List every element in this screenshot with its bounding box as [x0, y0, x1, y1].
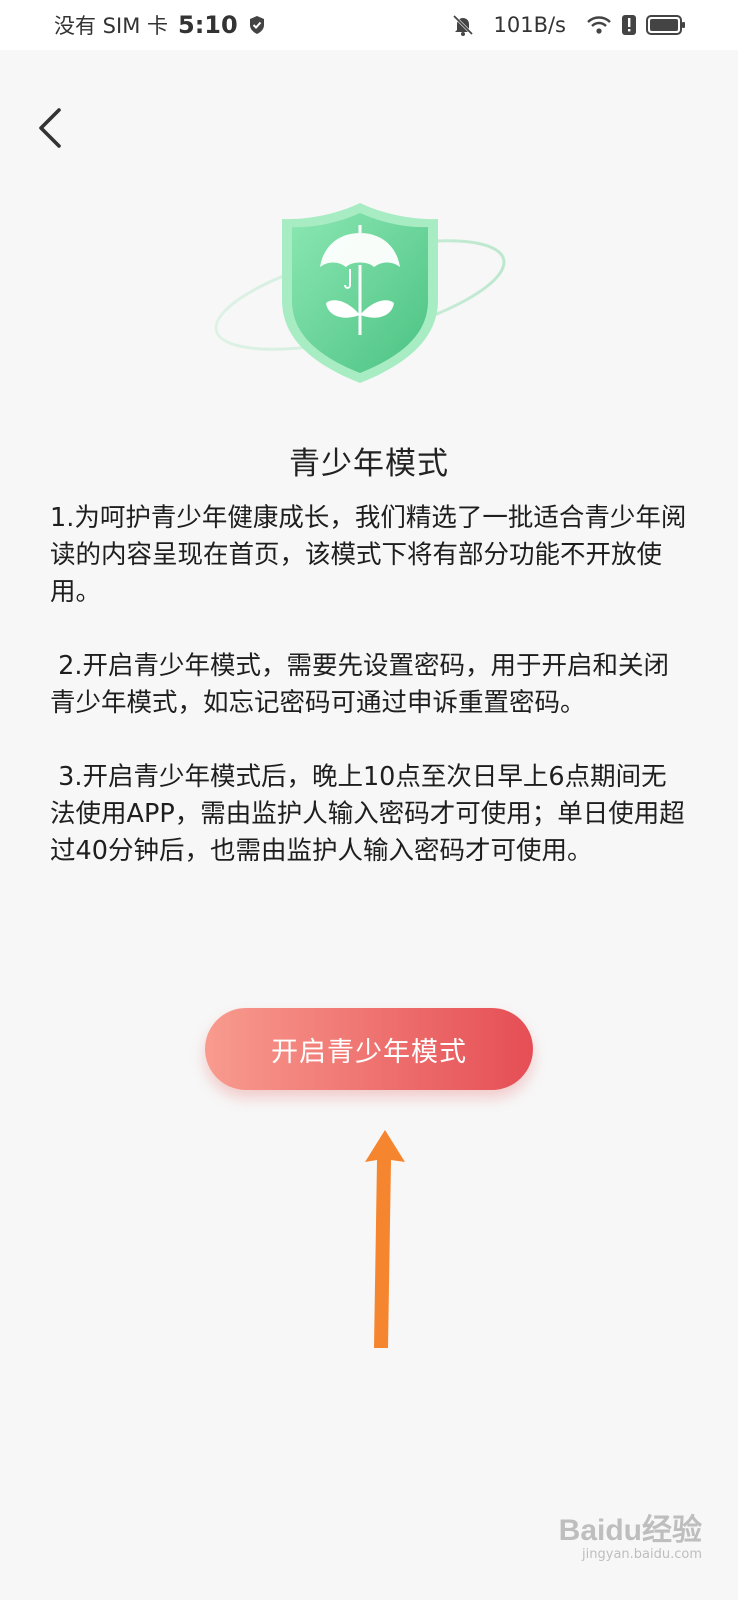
back-chevron-icon — [35, 106, 65, 154]
description-paragraph-3: 3.开启青少年模式后，晚上10点至次日早上6点期间无法使用APP，需由监护人输入… — [50, 762, 685, 866]
teen-mode-emblem — [210, 195, 520, 395]
baidu-watermark: Baidu经验 jingyan.baidu.com — [552, 1505, 702, 1580]
net-speed: 101B/s — [493, 13, 566, 37]
description: 1.为呵护青少年健康成长，我们精选了一批适合青少年阅读的内容呈现在首页，该模式下… — [50, 500, 690, 907]
watermark-url: jingyan.baidu.com — [582, 1547, 702, 1562]
status-right: 101B/s — [451, 13, 686, 37]
page-title: 青少年模式 — [289, 446, 449, 482]
status-bar: 没有 SIM 卡 5:10 101B/s — [0, 0, 738, 50]
shield-check-icon — [248, 15, 266, 35]
status-left: 没有 SIM 卡 5:10 — [54, 10, 266, 40]
up-arrow-icon — [360, 1130, 410, 1350]
battery-icon — [646, 14, 686, 36]
mute-bell-icon — [451, 13, 475, 37]
back-button[interactable] — [28, 100, 72, 160]
watermark-logo: Baidu经验 — [558, 1514, 702, 1547]
description-paragraph-2: 2.开启青少年模式，需要先设置密码，用于开启和关闭青少年模式，如忘记密码可通过申… — [50, 651, 669, 718]
enable-teen-mode-button[interactable]: 开启青少年模式 — [205, 1008, 533, 1090]
wifi-icon — [586, 14, 612, 36]
status-time: 5:10 — [178, 11, 238, 39]
alert-icon — [622, 14, 636, 36]
carrier-label: 没有 SIM 卡 — [54, 14, 168, 38]
description-paragraph-1: 1.为呵护青少年健康成长，我们精选了一批适合青少年阅读的内容呈现在首页，该模式下… — [50, 503, 687, 607]
